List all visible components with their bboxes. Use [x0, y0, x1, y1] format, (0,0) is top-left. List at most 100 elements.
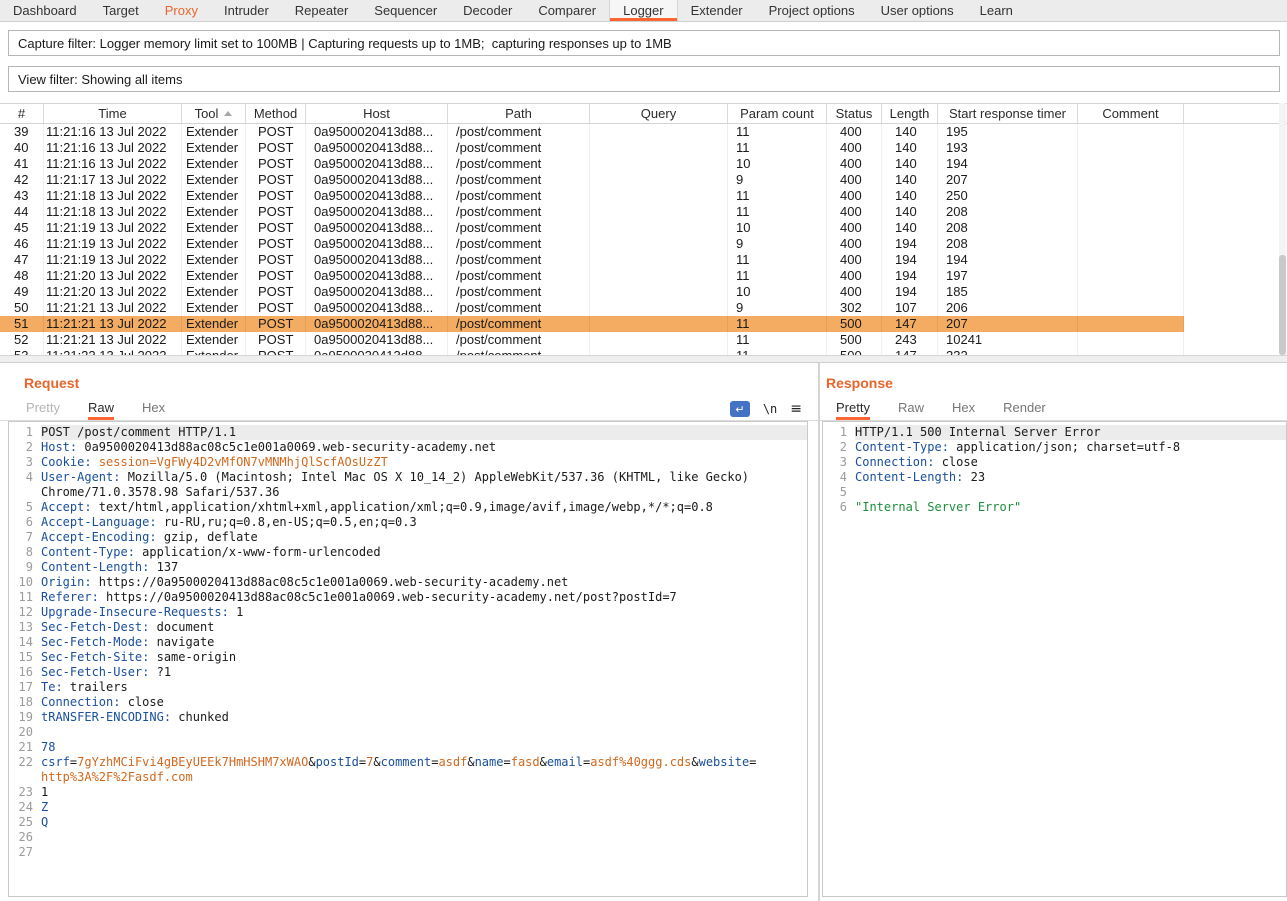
table-horizontal-scrollbar[interactable] — [0, 355, 1287, 362]
column-header-query[interactable]: Query — [590, 104, 728, 123]
request-editor-toolbar: ↵ \n ≡ — [730, 401, 802, 417]
request-tab-raw[interactable]: Raw — [88, 400, 114, 420]
column-header-index[interactable]: # — [0, 104, 44, 123]
log-row-49[interactable]: 4911:21:20 13 Jul 2022ExtenderPOST0a9500… — [0, 284, 1184, 300]
line-number: 13 — [9, 620, 33, 635]
cell-method: POST — [246, 332, 306, 348]
column-header-status[interactable]: Status — [827, 104, 882, 123]
cell-method: POST — [246, 204, 306, 220]
word-wrap-toggle-icon[interactable]: ↵ — [730, 401, 750, 417]
line-content: Sec-Fetch-Dest: document — [41, 620, 807, 635]
response-tab-pretty[interactable]: Pretty — [836, 400, 870, 420]
main-tab-repeater[interactable]: Repeater — [282, 0, 361, 21]
main-tab-extender[interactable]: Extender — [678, 0, 756, 21]
cell-method: POST — [246, 172, 306, 188]
response-tab-hex[interactable]: Hex — [952, 400, 975, 420]
column-header-start-response-timer[interactable]: Start response timer — [938, 104, 1078, 123]
cell-param-count: 11 — [728, 316, 827, 332]
line-content: User-Agent: Mozilla/5.0 (Macintosh; Inte… — [41, 470, 807, 500]
log-row-40[interactable]: 4011:21:16 13 Jul 2022ExtenderPOST0a9500… — [0, 140, 1184, 156]
log-row-43[interactable]: 4311:21:18 13 Jul 2022ExtenderPOST0a9500… — [0, 188, 1184, 204]
column-header-param-count[interactable]: Param count — [728, 104, 827, 123]
line-content: Sec-Fetch-User: ?1 — [41, 665, 807, 680]
cell-path: /post/comment — [448, 284, 590, 300]
main-tab-project-options[interactable]: Project options — [756, 0, 868, 21]
main-tab-target[interactable]: Target — [90, 0, 152, 21]
column-label: Time — [98, 106, 126, 121]
main-tab-bar: DashboardTargetProxyIntruderRepeaterSequ… — [0, 0, 1287, 22]
column-header-time[interactable]: Time — [44, 104, 182, 123]
editor-line: 6"Internal Server Error" — [823, 500, 1286, 515]
main-tab-sequencer[interactable]: Sequencer — [361, 0, 450, 21]
log-row-39[interactable]: 3911:21:16 13 Jul 2022ExtenderPOST0a9500… — [0, 124, 1184, 140]
log-row-41[interactable]: 4111:21:16 13 Jul 2022ExtenderPOST0a9500… — [0, 156, 1184, 172]
view-filter-bar[interactable]: View filter: Showing all items — [8, 66, 1280, 92]
request-tab-hex[interactable]: Hex — [142, 400, 165, 420]
request-editor[interactable]: 1POST /post/comment HTTP/1.12Host: 0a950… — [8, 421, 808, 897]
request-tab-pretty[interactable]: Pretty — [26, 400, 60, 420]
main-tab-intruder[interactable]: Intruder — [211, 0, 282, 21]
cell-method: POST — [246, 348, 306, 355]
cell-param-count: 11 — [728, 268, 827, 284]
response-tab-raw[interactable]: Raw — [898, 400, 924, 420]
column-header-tool[interactable]: Tool — [182, 104, 246, 123]
main-tab-comparer[interactable]: Comparer — [525, 0, 609, 21]
log-row-53[interactable]: 5311:21:22 13 Jul 2022ExtenderPOST0a9500… — [0, 348, 1184, 355]
line-number: 1 — [9, 425, 33, 440]
nonprintable-chars-toggle-icon[interactable]: \n — [763, 402, 777, 416]
line-number: 4 — [9, 470, 33, 500]
column-header-comment[interactable]: Comment — [1078, 104, 1184, 123]
cell-time: 11:21:16 13 Jul 2022 — [44, 140, 182, 156]
log-row-48[interactable]: 4811:21:20 13 Jul 2022ExtenderPOST0a9500… — [0, 268, 1184, 284]
log-row-45[interactable]: 4511:21:19 13 Jul 2022ExtenderPOST0a9500… — [0, 220, 1184, 236]
editor-line: 27 — [9, 845, 807, 860]
line-number: 5 — [9, 500, 33, 515]
log-row-50[interactable]: 5011:21:21 13 Jul 2022ExtenderPOST0a9500… — [0, 300, 1184, 316]
editor-line: 9Content-Length: 137 — [9, 560, 807, 575]
cell-tool: Extender — [182, 220, 246, 236]
response-title: Response — [826, 375, 893, 391]
cell-method: POST — [246, 188, 306, 204]
editor-menu-icon[interactable]: ≡ — [790, 401, 802, 417]
column-header-host[interactable]: Host — [306, 104, 448, 123]
line-content: Referer: https://0a9500020413d88ac08c5c1… — [41, 590, 807, 605]
cell-comment — [1078, 348, 1184, 355]
table-vertical-scrollbar[interactable] — [1279, 103, 1286, 355]
log-row-51[interactable]: 5111:21:21 13 Jul 2022ExtenderPOST0a9500… — [0, 316, 1184, 332]
cell-tool: Extender — [182, 204, 246, 220]
cell-length: 140 — [882, 140, 938, 156]
column-header-path[interactable]: Path — [448, 104, 590, 123]
cell-start-response-timer: 10241 — [938, 332, 1078, 348]
log-row-46[interactable]: 4611:21:19 13 Jul 2022ExtenderPOST0a9500… — [0, 236, 1184, 252]
cell-path: /post/comment — [448, 156, 590, 172]
cell-index: 41 — [0, 156, 44, 172]
log-row-52[interactable]: 5211:21:21 13 Jul 2022ExtenderPOST0a9500… — [0, 332, 1184, 348]
main-tab-logger[interactable]: Logger — [609, 0, 677, 21]
cell-status: 400 — [827, 156, 882, 172]
scrollbar-thumb[interactable] — [1279, 255, 1286, 355]
column-label: Status — [836, 106, 873, 121]
log-row-44[interactable]: 4411:21:18 13 Jul 2022ExtenderPOST0a9500… — [0, 204, 1184, 220]
main-tab-proxy[interactable]: Proxy — [152, 0, 211, 21]
response-tab-render[interactable]: Render — [1003, 400, 1046, 420]
line-content: Upgrade-Insecure-Requests: 1 — [41, 605, 807, 620]
log-row-42[interactable]: 4211:21:17 13 Jul 2022ExtenderPOST0a9500… — [0, 172, 1184, 188]
cell-host: 0a9500020413d88... — [306, 188, 448, 204]
column-header-method[interactable]: Method — [246, 104, 306, 123]
column-header-length[interactable]: Length — [882, 104, 938, 123]
main-tab-decoder[interactable]: Decoder — [450, 0, 525, 21]
response-editor[interactable]: 1HTTP/1.1 500 Internal Server Error2Cont… — [822, 421, 1287, 897]
cell-index: 44 — [0, 204, 44, 220]
capture-filter-bar[interactable]: Capture filter: Logger memory limit set … — [8, 30, 1280, 56]
cell-time: 11:21:18 13 Jul 2022 — [44, 188, 182, 204]
cell-path: /post/comment — [448, 172, 590, 188]
cell-length: 140 — [882, 124, 938, 140]
editor-line: 1POST /post/comment HTTP/1.1 — [9, 425, 807, 440]
cell-path: /post/comment — [448, 204, 590, 220]
main-tab-dashboard[interactable]: Dashboard — [0, 0, 90, 21]
main-tab-user-options[interactable]: User options — [868, 0, 967, 21]
main-tab-learn[interactable]: Learn — [967, 0, 1026, 21]
cell-query — [590, 172, 728, 188]
log-row-47[interactable]: 4711:21:19 13 Jul 2022ExtenderPOST0a9500… — [0, 252, 1184, 268]
column-label: Param count — [740, 106, 814, 121]
